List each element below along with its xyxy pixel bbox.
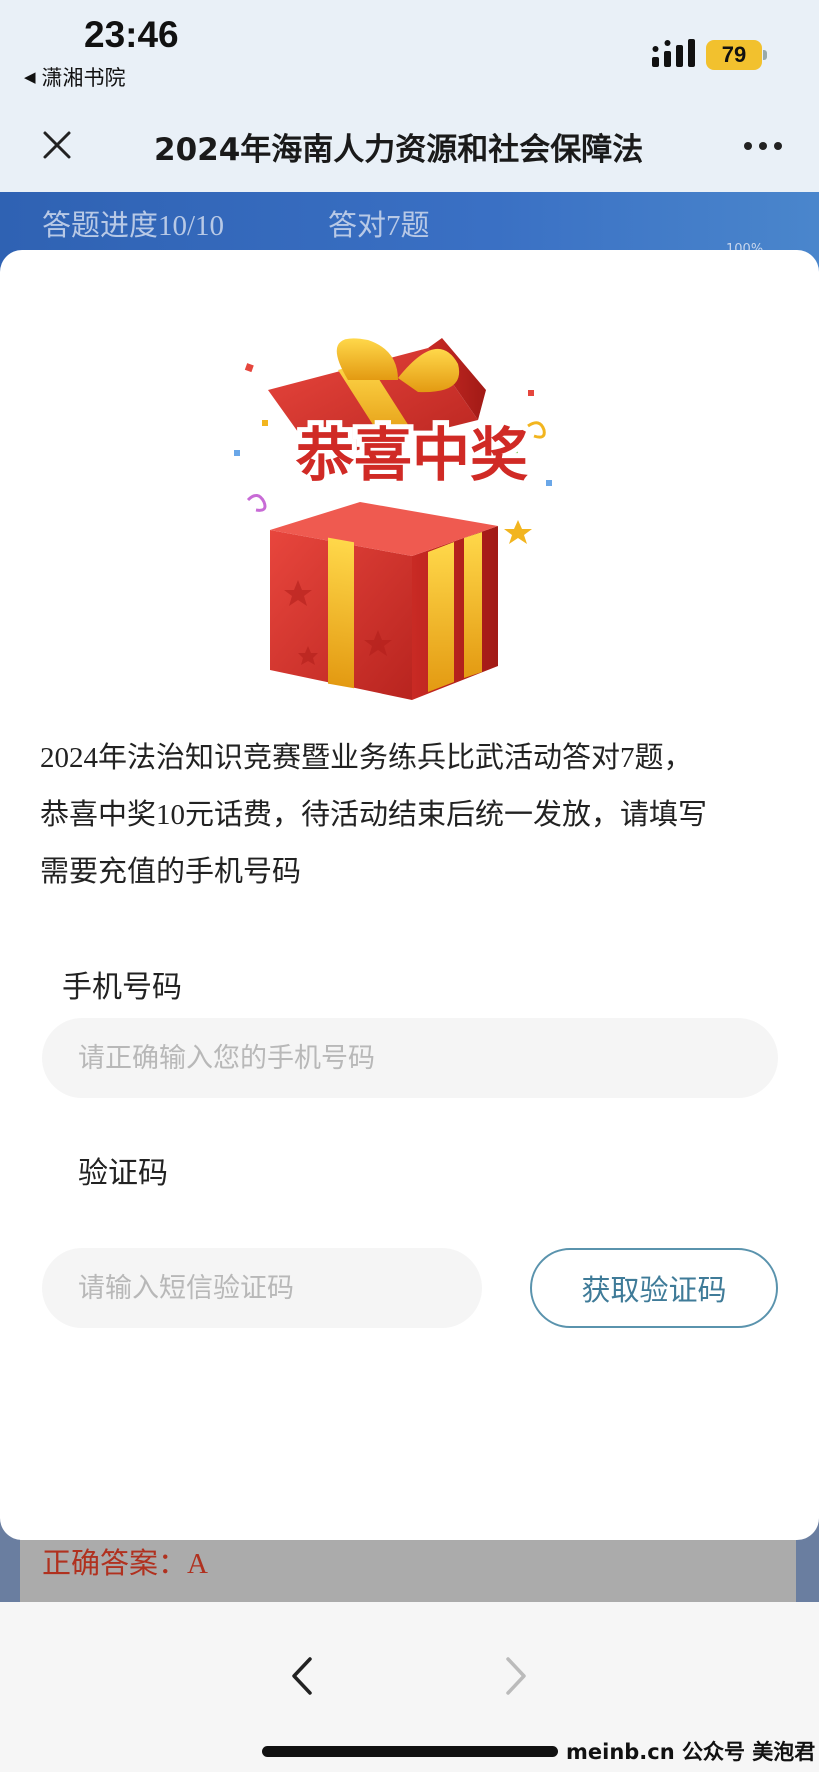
watermark: meinb.cn 公众号 美泡君: [566, 1740, 816, 1764]
prize-modal: 恭喜中奖 恭喜中奖 2024年法治知识竞赛暨业务练兵比武活动答对7题， 恭喜中奖…: [0, 250, 819, 1540]
message-line: 需要充值的手机号码: [40, 856, 302, 888]
nav-bar: 2024年海南人力资源和社会保障法: [0, 100, 819, 192]
forward-button[interactable]: [496, 1648, 536, 1704]
answer-area: 正确答案：A: [20, 1540, 796, 1602]
page-title: 2024年海南人力资源和社会保障法: [154, 132, 644, 168]
back-to-app-link[interactable]: ◀ 潇湘书院: [24, 62, 126, 92]
back-app-label: 潇湘书院: [41, 66, 126, 90]
phone-input[interactable]: [42, 1018, 778, 1098]
gift-text: 恭喜中奖: [295, 421, 528, 489]
more-icon: [744, 142, 782, 150]
battery-cap: [763, 50, 767, 60]
code-input[interactable]: [42, 1248, 482, 1328]
correct-answer: 正确答案：A: [42, 1548, 208, 1580]
close-button[interactable]: [34, 122, 80, 168]
back-arrow-icon: [292, 1657, 312, 1695]
forward-arrow-icon: [506, 1657, 526, 1695]
message-line: 恭喜中奖10元话费，待活动结束后统一发放，请填写: [40, 799, 708, 831]
close-icon: [43, 131, 71, 159]
more-button[interactable]: [738, 126, 788, 166]
gift-box-icon: 恭喜中奖 恭喜中奖: [234, 338, 552, 700]
phone-label: 手机号码: [62, 970, 182, 1005]
home-indicator: [262, 1746, 558, 1757]
quiz-correct-count: 答对7题: [328, 210, 430, 242]
status-time: 23:46: [84, 14, 179, 55]
get-code-button[interactable]: 获取验证码: [530, 1248, 778, 1328]
quiz-progress: 答题进度10/10: [42, 210, 225, 242]
battery-icon: 79: [706, 40, 762, 70]
code-label: 验证码: [78, 1156, 168, 1191]
status-bar: 23:46 ◀ 潇湘书院 79: [0, 0, 819, 100]
signal-icon: [652, 39, 695, 67]
message-line: 2024年法治知识竞赛暨业务练兵比武活动答对7题，: [40, 742, 693, 774]
back-button[interactable]: [282, 1648, 322, 1704]
bottom-toolbar: meinb.cn 公众号 美泡君: [0, 1602, 819, 1772]
prize-message: 2024年法治知识竞赛暨业务练兵比武活动答对7题， 恭喜中奖10元话费，待活动结…: [40, 730, 780, 901]
back-triangle-icon: ◀: [24, 68, 36, 86]
